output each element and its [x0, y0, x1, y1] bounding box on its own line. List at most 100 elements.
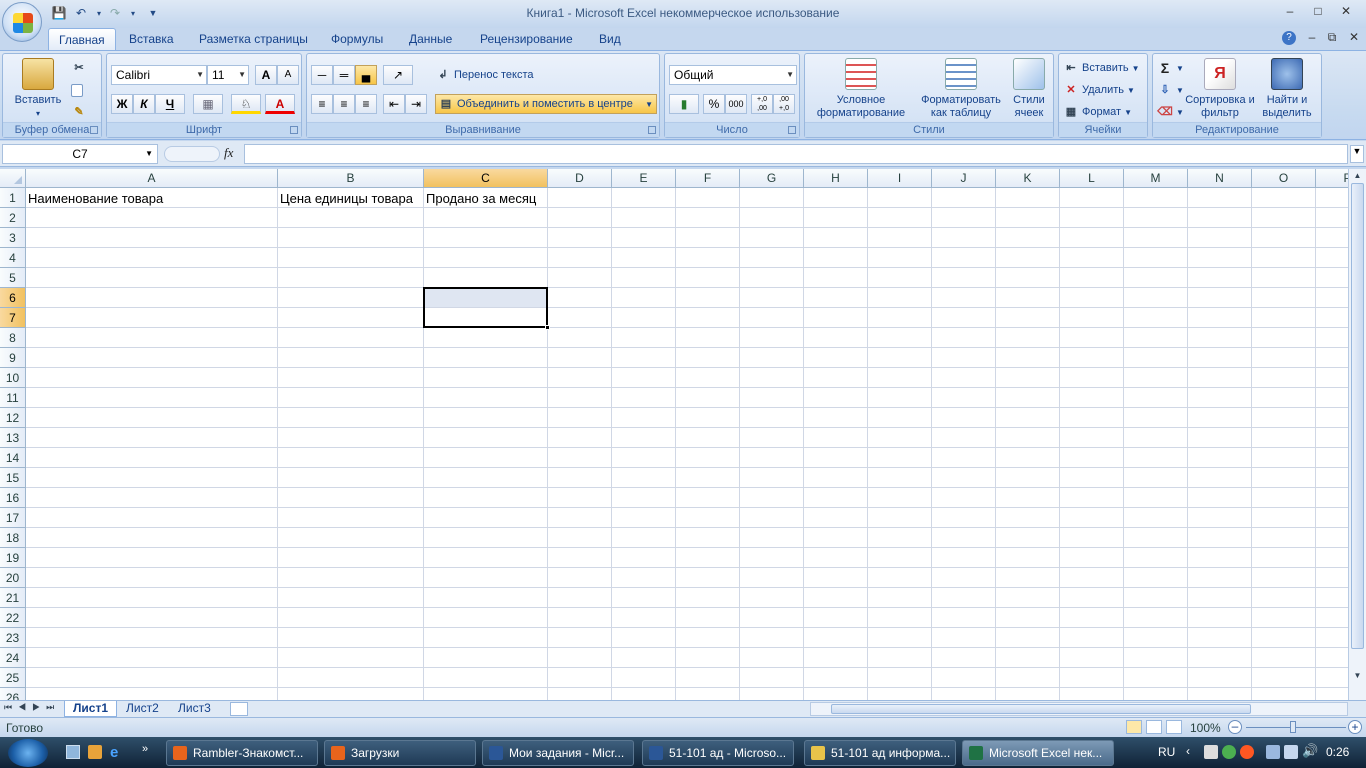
align-middle-button[interactable]: ═: [333, 65, 355, 85]
paste-button[interactable]: Вставить ▾: [9, 58, 67, 120]
row-header-12[interactable]: 12: [0, 408, 26, 428]
merge-center-button[interactable]: ▤ Объединить и поместить в центре ▼: [435, 94, 657, 114]
scroll-up-icon[interactable]: ▲: [1350, 169, 1365, 183]
insert-sheet-icon[interactable]: [230, 702, 248, 716]
row-header-5[interactable]: 5: [0, 268, 26, 288]
sheet-tab-3[interactable]: Лист3: [170, 701, 219, 717]
copy-button[interactable]: [71, 80, 83, 100]
tab-insert[interactable]: Вставка: [119, 28, 184, 50]
row-header-4[interactable]: 4: [0, 248, 26, 268]
font-launcher-icon[interactable]: [290, 126, 298, 134]
conditional-formatting-button[interactable]: Условное форматирование: [809, 58, 913, 120]
column-header-L[interactable]: L: [1060, 169, 1124, 188]
row-header-21[interactable]: 21: [0, 588, 26, 608]
row-header-3[interactable]: 3: [0, 228, 26, 248]
insert-function-icon[interactable]: fx: [224, 145, 233, 161]
borders-button[interactable]: ▦: [193, 94, 223, 114]
cell-A1[interactable]: Наименование товара: [28, 189, 163, 208]
volume-icon[interactable]: 🔊: [1302, 743, 1318, 759]
align-right-button[interactable]: ≡: [355, 94, 377, 114]
align-center-button[interactable]: ≡: [333, 94, 355, 114]
underline-button[interactable]: Ч: [155, 94, 185, 114]
row-header-26[interactable]: 26: [0, 688, 26, 700]
sheet-tab-2[interactable]: Лист2: [118, 701, 167, 717]
column-header-K[interactable]: K: [996, 169, 1060, 188]
row-header-2[interactable]: 2: [0, 208, 26, 228]
zoom-out-icon[interactable]: –: [1228, 720, 1242, 734]
page-layout-view-icon[interactable]: [1146, 720, 1162, 734]
language-indicator[interactable]: RU: [1158, 745, 1175, 759]
row-header-25[interactable]: 25: [0, 668, 26, 688]
column-header-J[interactable]: J: [932, 169, 996, 188]
column-header-I[interactable]: I: [868, 169, 932, 188]
align-left-button[interactable]: ≡: [311, 94, 333, 114]
font-size-combo[interactable]: 11 ▼: [207, 65, 249, 85]
format-cells-button[interactable]: ▦ Формат ▼: [1063, 102, 1132, 122]
row-header-22[interactable]: 22: [0, 608, 26, 628]
cell-C1[interactable]: Продано за месяц: [426, 189, 536, 208]
spreadsheet-grid[interactable]: ABCDEFGHIJKLMNOP 1 2 3 4 5 6 7 8 9 10 11 12 13 14 15 16…: [0, 169, 1348, 700]
normal-view-icon[interactable]: [1126, 720, 1142, 734]
tray-network-icon[interactable]: [1204, 745, 1218, 759]
tab-data[interactable]: Данные: [399, 28, 462, 50]
select-all-button[interactable]: [0, 169, 26, 188]
row-header-13[interactable]: 13: [0, 428, 26, 448]
tray-display-icon[interactable]: [1266, 745, 1280, 759]
redo-dropdown-icon[interactable]: ▾: [124, 4, 142, 22]
delete-cells-button[interactable]: ✕ Удалить ▼: [1063, 80, 1135, 100]
close-button[interactable]: ✕: [1334, 4, 1358, 20]
row-header-19[interactable]: 19: [0, 548, 26, 568]
sheet-tab-1[interactable]: Лист1: [64, 701, 118, 717]
font-name-combo[interactable]: Calibri ▼: [111, 65, 207, 85]
column-header-A[interactable]: A: [26, 169, 278, 188]
zoom-level[interactable]: 100%: [1190, 721, 1221, 735]
insert-cells-button[interactable]: ⇤ Вставить ▼: [1063, 58, 1139, 78]
row-header-9[interactable]: 9: [0, 348, 26, 368]
clock[interactable]: 0:26: [1326, 745, 1349, 759]
orientation-button[interactable]: ↗: [383, 65, 413, 85]
row-header-17[interactable]: 17: [0, 508, 26, 528]
tab-formulas[interactable]: Формулы: [321, 28, 393, 50]
row-header-14[interactable]: 14: [0, 448, 26, 468]
column-header-N[interactable]: N: [1188, 169, 1252, 188]
column-header-F[interactable]: F: [676, 169, 740, 188]
column-header-G[interactable]: G: [740, 169, 804, 188]
tab-view[interactable]: Вид: [589, 28, 631, 50]
customize-qat-icon[interactable]: ▼: [144, 4, 162, 22]
taskbar-item[interactable]: Microsoft Excel нек...: [962, 740, 1114, 766]
vertical-scroll-thumb[interactable]: [1351, 183, 1364, 649]
column-header-O[interactable]: O: [1252, 169, 1316, 188]
row-header-16[interactable]: 16: [0, 488, 26, 508]
horizontal-scrollbar[interactable]: [810, 702, 1348, 716]
autosum-button[interactable]: Σ ▼: [1157, 58, 1184, 78]
cell-styles-button[interactable]: Стили ячеек: [1007, 58, 1051, 120]
tab-page-layout[interactable]: Разметка страницы: [189, 28, 318, 50]
shrink-font-button[interactable]: A: [277, 65, 299, 85]
row-header-8[interactable]: 8: [0, 328, 26, 348]
undo-icon[interactable]: ↶: [72, 4, 90, 22]
number-format-combo[interactable]: Общий ▼: [669, 65, 797, 85]
tray-expand-icon[interactable]: ‹: [1186, 744, 1190, 758]
wrap-text-button[interactable]: ↲ Перенос текста: [435, 65, 533, 85]
decrease-indent-button[interactable]: ⇤: [383, 94, 405, 114]
office-button[interactable]: [2, 2, 42, 42]
column-header-P[interactable]: P: [1316, 169, 1348, 188]
increase-decimal-button[interactable]: +,0 ,00: [751, 94, 773, 114]
row-header-18[interactable]: 18: [0, 528, 26, 548]
formula-input[interactable]: [244, 144, 1348, 164]
media-player-icon[interactable]: [88, 745, 102, 759]
number-launcher-icon[interactable]: [788, 126, 796, 134]
column-header-C[interactable]: C: [424, 169, 548, 188]
minimize-button[interactable]: –: [1278, 4, 1302, 20]
zoom-slider-track[interactable]: [1246, 727, 1346, 728]
quicklaunch-overflow-icon[interactable]: »: [142, 743, 148, 755]
start-button[interactable]: [8, 739, 48, 767]
tray-security-icon[interactable]: [1284, 745, 1298, 759]
tray-icq-icon[interactable]: [1222, 745, 1236, 759]
column-header-H[interactable]: H: [804, 169, 868, 188]
row-header-1[interactable]: 1: [0, 188, 26, 208]
sort-filter-button[interactable]: Я Сортировка и фильтр: [1185, 58, 1255, 120]
bold-button[interactable]: Ж: [111, 94, 133, 114]
workbook-restore-button[interactable]: ⧉: [1320, 30, 1344, 46]
column-header-E[interactable]: E: [612, 169, 676, 188]
